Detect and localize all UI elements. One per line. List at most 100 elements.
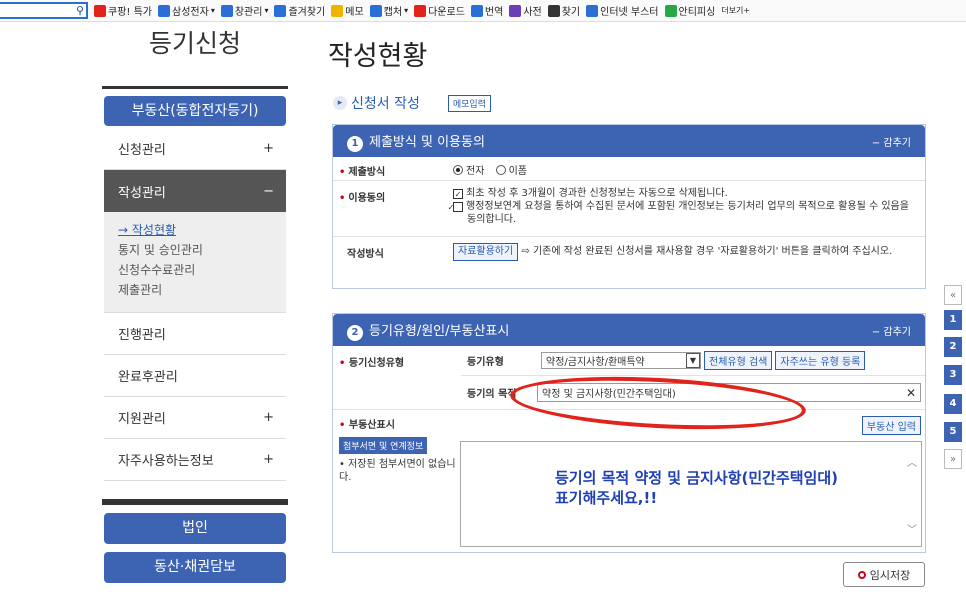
registration-type-select[interactable]: 약정/금지사항/환매특약 ▼ bbox=[541, 352, 701, 369]
toolbar-item-label: 쿠팡! 특가 bbox=[108, 7, 152, 18]
sidebar-item-label: 완료후관리 bbox=[118, 370, 178, 385]
panel-submission: 1 제출방식 및 이용동의 − 감추기 • 제출방식 전자 이폼 • 이용동의 ✓ 최초… bbox=[332, 124, 926, 289]
toolbar-item-label: 창관리 bbox=[234, 7, 263, 18]
sidebar-item-writing-mgmt[interactable]: 작성관리 − bbox=[104, 170, 286, 212]
attachment-info-button[interactable]: 첨부서면 및 연계정보 bbox=[339, 437, 428, 454]
reuse-data-button[interactable]: 자료활용하기 bbox=[453, 243, 519, 261]
radio-icon bbox=[495, 165, 506, 175]
page-nav-2[interactable]: 2 bbox=[944, 337, 962, 357]
radio-eform[interactable]: 이폼 bbox=[495, 165, 527, 177]
checkbox-checked-icon: ✓ bbox=[453, 189, 463, 199]
temporary-save-button[interactable]: 임시저장 bbox=[843, 562, 925, 587]
expand-icon: + bbox=[263, 141, 274, 156]
search-icon[interactable]: ⚲ bbox=[76, 4, 84, 17]
collapse-icon: − bbox=[263, 183, 274, 199]
hide-toggle[interactable]: − 감추기 bbox=[872, 134, 911, 149]
expand-icon: + bbox=[263, 452, 274, 467]
sidebar-submenu: → 작성현황 통지 및 승인관리 신청수수료관리 제출관리 bbox=[104, 212, 286, 313]
star-icon bbox=[274, 4, 287, 17]
divider bbox=[102, 499, 288, 505]
panel-header: 2 등기유형/원인/부동산표시 − 감추기 bbox=[333, 314, 925, 346]
section-header: ▸ 신청서 작성 메모입력 bbox=[333, 93, 491, 113]
radio-electronic[interactable]: 전자 bbox=[453, 165, 484, 177]
toolbar-item[interactable]: 더보기+ bbox=[721, 5, 750, 16]
toolbar-item-label: 다운로드 bbox=[428, 7, 465, 18]
dictionary-icon bbox=[509, 4, 522, 17]
window-icon bbox=[220, 4, 233, 17]
reuse-description: 기존에 작성 완료된 신청서를 재사용할 경우 '자료활용하기' 버튼을 클릭하… bbox=[532, 246, 893, 257]
scroll-bottom-button[interactable]: » bbox=[944, 449, 962, 469]
submenu-item-fee[interactable]: 신청수수료관리 bbox=[118, 260, 272, 280]
download-icon bbox=[414, 4, 427, 17]
hide-toggle[interactable]: − 감추기 bbox=[872, 323, 911, 338]
toolbar-item[interactable]: 번역 bbox=[470, 3, 504, 18]
consent-checkbox-1[interactable]: ✓ 최초 작성 후 3개월이 경과한 신청정보는 자동으로 삭제됩니다. bbox=[453, 187, 919, 200]
sidebar-menu: 신청관리 + 작성관리 − → 작성현황 통지 및 승인관리 신청수수료관리 제… bbox=[104, 128, 286, 481]
step-number: 2 bbox=[347, 324, 363, 341]
sidebar-item-label: 자주사용하는정보 bbox=[118, 454, 214, 469]
step-number: 1 bbox=[347, 135, 363, 152]
toolbar-item[interactable]: 창관리 ▾ bbox=[220, 3, 268, 18]
search-all-types-button[interactable]: 전체유형 검색 bbox=[704, 351, 773, 370]
sidebar-item-support[interactable]: 지원관리 + bbox=[104, 397, 286, 439]
toolbar-item[interactable]: 찾기 bbox=[547, 3, 580, 18]
sidebar-item-frequent[interactable]: 자주사용하는정보 + bbox=[104, 439, 286, 481]
toolbar-item[interactable]: 사전 bbox=[509, 3, 542, 18]
scroll-down-icon[interactable]: ﹀ bbox=[907, 521, 917, 536]
toolbar-item[interactable]: 쿠팡! 특가 bbox=[94, 3, 152, 18]
consent-checkbox-2[interactable]: ✓ 행정정보연계 요청을 통하여 수집된 문서에 포함된 개인정보는 등기처리 업… bbox=[448, 200, 919, 226]
page-title: 작성현황 bbox=[328, 41, 428, 72]
register-favorite-type-button[interactable]: 자주쓰는 유형 등록 bbox=[775, 351, 866, 370]
toolbar-item-label: 더보기+ bbox=[721, 6, 751, 15]
toolbar-item[interactable]: 즐겨찾기 bbox=[274, 3, 325, 18]
save-icon bbox=[857, 570, 866, 579]
memo-button[interactable]: 메모입력 bbox=[447, 94, 491, 112]
page-nav-4[interactable]: 4 bbox=[944, 394, 962, 414]
section-title: 신청서 작성 bbox=[351, 96, 420, 112]
shield-icon bbox=[664, 4, 677, 17]
sidebar-item-after[interactable]: 완료후관리 bbox=[104, 355, 286, 397]
sidebar-title: 등기신청 bbox=[148, 29, 241, 58]
chevron-down-icon: ▼ bbox=[686, 353, 700, 368]
scroll-top-button[interactable]: « bbox=[944, 285, 962, 305]
booster-icon bbox=[586, 4, 599, 17]
toolbar-item-label: 캡처 bbox=[383, 7, 403, 18]
panel-title: 등기유형/원인/부동산표시 bbox=[369, 323, 510, 339]
toolbar-item[interactable]: 다운로드 bbox=[414, 3, 465, 18]
toolbar-item-label: 삼성전자 bbox=[172, 7, 209, 18]
sidebar-category-realestate[interactable]: 부동산(동합전자등기) bbox=[104, 96, 286, 126]
toolbar-item-label: 번역 bbox=[484, 7, 504, 18]
sidebar-item-label: 신청관리 bbox=[118, 143, 166, 158]
sidebar-item-application-mgmt[interactable]: 신청관리 + bbox=[104, 128, 286, 170]
toolbar-item[interactable]: 캡처 ▾ bbox=[369, 3, 408, 18]
radio-icon bbox=[453, 165, 463, 175]
page-nav-5[interactable]: 5 bbox=[944, 422, 962, 442]
field-label: 등기유형 bbox=[467, 357, 504, 368]
scroll-up-icon[interactable]: ︿ bbox=[907, 454, 917, 469]
expand-icon: + bbox=[263, 410, 274, 425]
toolbar-search-input[interactable]: ⚲ bbox=[0, 2, 88, 19]
divider bbox=[102, 86, 288, 89]
close-icon[interactable]: ✕ bbox=[906, 386, 916, 400]
toolbar-item[interactable]: 메모 bbox=[331, 3, 364, 18]
sidebar-item-label: 지원관리 bbox=[118, 412, 166, 427]
toolbar-item[interactable]: 인터넷 부스터 bbox=[586, 3, 659, 18]
row-method: • 제출방식 전자 이폼 bbox=[333, 157, 925, 181]
toolbar-item[interactable]: 안티피싱 bbox=[664, 3, 716, 18]
sidebar-item-label: 진행관리 bbox=[118, 328, 166, 343]
page-nav-3[interactable]: 3 bbox=[944, 365, 962, 385]
toolbar-item-label: 안티피싱 bbox=[678, 7, 716, 18]
corporation-button[interactable]: 법인 bbox=[104, 513, 286, 544]
row-write-method: 작성방식 자료활용하기 ⇨ 기존에 작성 완료된 신청서를 재사용할 경우 '자… bbox=[333, 237, 925, 289]
coupang-icon bbox=[94, 4, 106, 17]
submenu-item-submit[interactable]: 제출관리 bbox=[118, 280, 272, 300]
movable-collateral-button[interactable]: 동산·채권담보 bbox=[104, 552, 286, 583]
toolbar-item[interactable]: 삼성전자 ▾ bbox=[158, 3, 215, 18]
sidebar-item-progress[interactable]: 진행관리 bbox=[104, 313, 286, 355]
page-nav-1[interactable]: 1 bbox=[944, 310, 962, 330]
submenu-item-notice[interactable]: 통지 및 승인관리 bbox=[118, 240, 272, 260]
property-input-button[interactable]: 부동산 입력 bbox=[861, 416, 921, 435]
panel-title: 제출방식 및 이용동의 bbox=[369, 134, 485, 150]
submenu-item-status[interactable]: → 작성현황 bbox=[118, 220, 272, 240]
arrow-icon: ⇨ bbox=[521, 246, 530, 257]
